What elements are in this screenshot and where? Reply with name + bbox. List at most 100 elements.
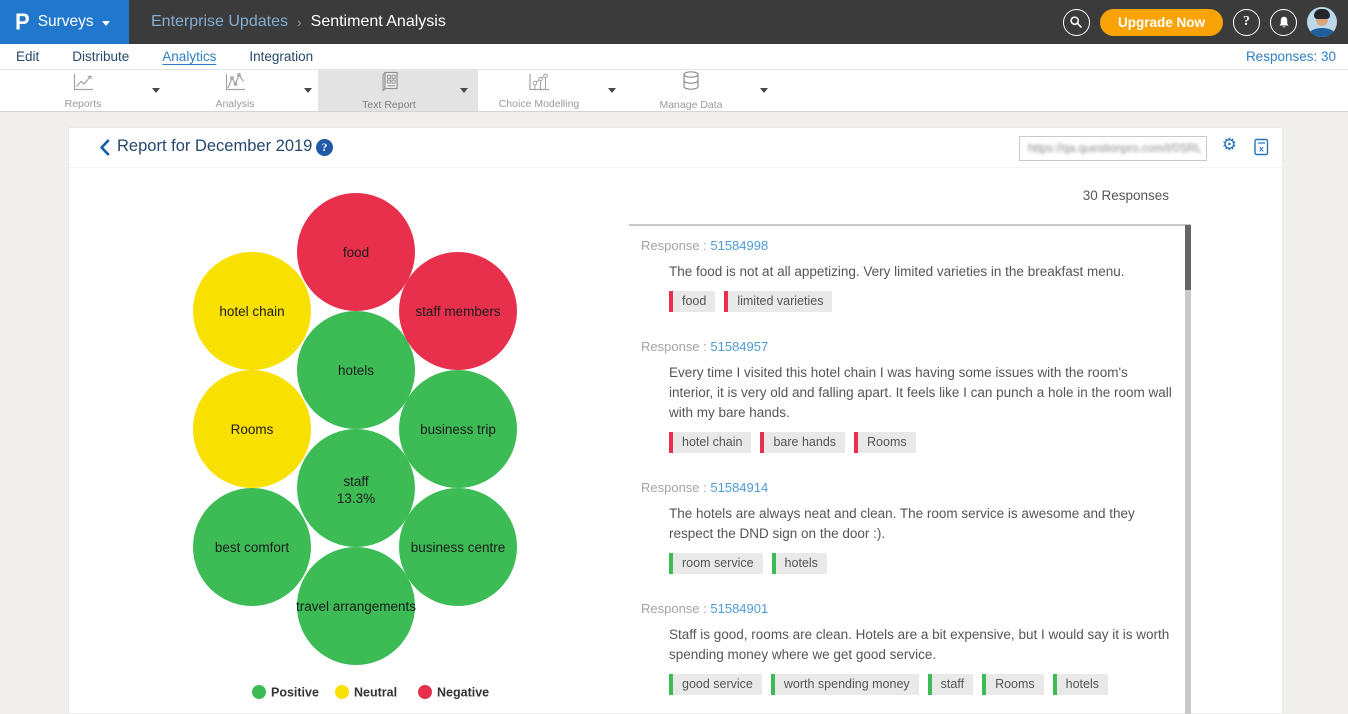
back-button[interactable] [99, 139, 110, 161]
subnav-item-analytics[interactable]: Analytics [162, 49, 216, 64]
gear-icon: ⚙ [1222, 135, 1237, 154]
questionpro-logo: P [15, 10, 30, 33]
chevron-down-icon[interactable] [304, 88, 312, 93]
legend-label: Negative [437, 686, 489, 700]
legend-label: Neutral [354, 686, 397, 700]
share-url-input[interactable]: https://qa.questionpro.com/t/0SRL [1019, 136, 1207, 161]
title-help-button[interactable]: ? [316, 139, 333, 156]
avatar-shirt [1309, 28, 1335, 37]
tag-staff[interactable]: staff [928, 674, 973, 695]
response-tags: food limited varieties [669, 291, 1191, 312]
subnav-item-integration[interactable]: Integration [249, 49, 313, 64]
response-id-row: Response : 51584901 [641, 601, 1191, 616]
breadcrumb-folder-link[interactable]: Enterprise Updates [151, 13, 288, 31]
tag-worth-spending-money[interactable]: worth spending money [771, 674, 919, 695]
toolbar-tile: Text Report [318, 70, 460, 111]
response-id-link[interactable]: 51584957 [710, 339, 768, 354]
legend-dot-positive [252, 685, 266, 699]
scrollbar-thumb[interactable] [1185, 225, 1191, 290]
tag-rooms[interactable]: Rooms [982, 674, 1044, 695]
tag-hotels[interactable]: hotels [772, 553, 827, 574]
bubble-label: hotel chain [219, 304, 284, 319]
toolbar-tile: Choice Modelling [470, 70, 608, 111]
brand-area[interactable]: P Surveys [0, 0, 129, 44]
toolbar-item-label: Choice Modelling [499, 98, 580, 110]
subnav-items: Edit Distribute Analytics Integration [16, 49, 313, 64]
chevron-down-icon[interactable] [152, 88, 160, 93]
legend-label: Positive [271, 686, 319, 700]
search-button[interactable] [1063, 9, 1090, 36]
toolbar-item-text-report[interactable]: Text Report [318, 70, 478, 111]
chevron-down-icon[interactable] [608, 88, 616, 93]
bell-icon [1277, 15, 1291, 30]
help-button[interactable]: ? [1233, 9, 1260, 36]
chevron-down-icon[interactable] [460, 88, 468, 93]
response-id-link[interactable]: 51584901 [710, 601, 768, 616]
response-text: The food is not at all appetizing. Very … [669, 262, 1175, 282]
export-excel-button[interactable]: x [1254, 138, 1269, 161]
toolbar-tile: Reports [14, 70, 152, 111]
breadcrumb: Enterprise Updates › Sentiment Analysis [151, 13, 446, 31]
response-item: Response : 51584914The hotels are always… [641, 480, 1191, 574]
upgrade-now-button[interactable]: Upgrade Now [1100, 9, 1223, 36]
survey-subnav: Edit Distribute Analytics Integration Respo… [0, 44, 1348, 70]
scatter-chart-icon [224, 72, 247, 97]
bubble-label: hotels [338, 363, 374, 378]
response-id-link[interactable]: 51584998 [710, 238, 768, 253]
legend-dot-neutral [335, 685, 349, 699]
toolbar-item-manage-data[interactable]: Manage Data [622, 70, 778, 111]
chevron-left-icon [99, 139, 110, 156]
bubble-label: staff [343, 474, 369, 489]
tag-rooms[interactable]: Rooms [854, 432, 916, 453]
sentiment-bubble-chart: foodhotel chainstaff membershotelsRoomsb… [128, 183, 588, 713]
text-report-icon [379, 70, 400, 98]
toolbar-item-label: Text Report [362, 99, 416, 111]
top-navbar: P Surveys Enterprise Updates › Sentiment… [0, 0, 1348, 44]
bubble-label: business centre [411, 540, 506, 555]
response-tags: good service worth spending money staff Roo… [669, 674, 1191, 695]
subnav-item-edit[interactable]: Edit [16, 49, 39, 64]
tag-food[interactable]: food [669, 291, 715, 312]
toolbar-item-analysis[interactable]: Analysis [166, 70, 322, 111]
bubble-label: food [343, 245, 369, 260]
toolbar-item-choice-modelling[interactable]: Choice Modelling [470, 70, 626, 111]
bubble-value: 13.3% [337, 491, 375, 506]
bubble-label: travel arrangements [296, 599, 416, 614]
response-id-link[interactable]: 51584914 [710, 480, 768, 495]
page-title: Report for December 2019 [117, 137, 312, 156]
response-id-row: Response : 51584998 [641, 238, 1191, 253]
tag-room-service[interactable]: room service [669, 553, 763, 574]
tag-limited-varieties[interactable]: limited varieties [724, 291, 832, 312]
bubble-label: business trip [420, 422, 496, 437]
toolbar-item-reports[interactable]: Reports [14, 70, 170, 111]
product-name: Surveys [38, 13, 94, 31]
chevron-down-icon[interactable] [760, 88, 768, 93]
report-header: Report for December 2019 ? https://qa.qu… [69, 128, 1282, 168]
toolbar-item-label: Reports [65, 98, 102, 110]
tag-bare-hands[interactable]: bare hands [760, 432, 845, 453]
report-card: Report for December 2019 ? https://qa.qu… [68, 127, 1283, 714]
export-file-icon: x [1254, 138, 1269, 156]
svg-text:x: x [1259, 144, 1264, 154]
toolbar-tile: Analysis [166, 70, 304, 111]
responses-scrollbar[interactable] [1185, 225, 1191, 714]
tag-hotel-chain[interactable]: hotel chain [669, 432, 751, 453]
line-chart-icon [72, 72, 95, 97]
response-tags: hotel chain bare hands Rooms [669, 432, 1191, 453]
settings-button[interactable]: ⚙ [1222, 136, 1237, 153]
legend-dot-negative [418, 685, 432, 699]
toolbar-item-label: Manage Data [659, 99, 722, 111]
question-mark-icon: ? [322, 142, 328, 154]
analytics-toolbar: Reports Analysis Text Report Choice Modelli… [0, 70, 1348, 112]
subnav-item-distribute[interactable]: Distribute [72, 49, 129, 64]
choice-modelling-icon [527, 72, 551, 97]
tag-good-service[interactable]: good service [669, 674, 762, 695]
responses-panel-header: 30 Responses [1083, 188, 1169, 203]
notifications-button[interactable] [1270, 9, 1297, 36]
response-item: Response : 51584957Every time I visited … [641, 339, 1191, 453]
response-item: Response : 51584998 The food is not at al… [641, 238, 1191, 312]
tag-hotels[interactable]: hotels [1053, 674, 1108, 695]
responses-count: Responses: 30 [1246, 49, 1336, 64]
chevron-down-icon [102, 21, 110, 26]
avatar[interactable] [1307, 7, 1337, 37]
